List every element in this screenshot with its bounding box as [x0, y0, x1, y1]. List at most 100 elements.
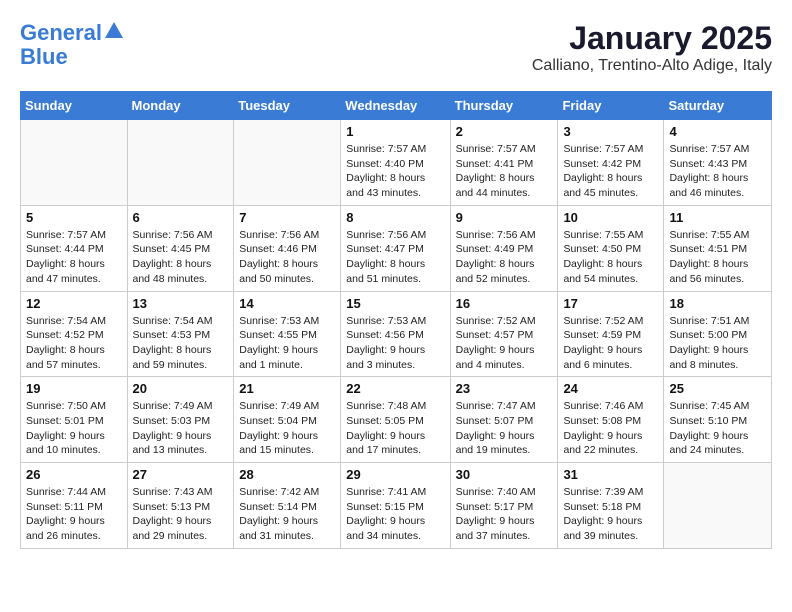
calendar-header: SundayMondayTuesdayWednesdayThursdayFrid… — [21, 92, 772, 120]
calendar-day-cell: 27 Sunrise: 7:43 AMSunset: 5:13 PMDayligh… — [127, 463, 234, 549]
day-number: 8 — [346, 210, 444, 225]
calendar-day-cell: 10Sunrise: 7:55 AMSunset: 4:50 PMDayligh… — [558, 205, 664, 291]
calendar-header-cell: Friday — [558, 92, 664, 120]
day-info: Sunrise: 7:41 AMSunset: 5:15 PMDaylight:… — [346, 485, 444, 544]
day-number: 4 — [669, 124, 766, 139]
day-number: 24 — [563, 381, 658, 396]
day-number: 5 — [26, 210, 122, 225]
calendar-day-cell: 25Sunrise: 7:45 AMSunset: 5:10 PMDayligh… — [664, 377, 772, 463]
calendar-day-cell: 29Sunrise: 7:41 AMSunset: 5:15 PMDayligh… — [341, 463, 450, 549]
logo: General Blue — [20, 20, 125, 70]
calendar-day-cell: 13 Sunrise: 7:54 AMSunset: 4:53 PMDayligh… — [127, 291, 234, 377]
day-info: Sunrise: 7:40 AMSunset: 5:17 PMDaylight:… — [456, 485, 553, 544]
day-number: 31 — [563, 467, 658, 482]
day-info: Sunrise: 7:49 AMSunset: 5:04 PMDaylight:… — [239, 399, 335, 458]
calendar-header-cell: Tuesday — [234, 92, 341, 120]
day-number: 27 — [133, 467, 229, 482]
day-info: Sunrise: 7:50 AMSunset: 5:01 PMDaylight:… — [26, 399, 122, 458]
calendar-title-area: January 2025 Calliano, Trentino-Alto Adi… — [532, 20, 772, 75]
calendar-header-cell: Saturday — [664, 92, 772, 120]
calendar-day-cell: 1Sunrise: 7:57 AMSunset: 4:40 PMDaylight… — [341, 120, 450, 206]
calendar-week-row: 12 Sunrise: 7:54 AMSunset: 4:52 PMDayligh… — [21, 291, 772, 377]
day-info: Sunrise: 7:57 AMSunset: 4:42 PMDaylight:… — [563, 142, 658, 201]
calendar-day-cell: 8 Sunrise: 7:56 AMSunset: 4:47 PMDaylight… — [341, 205, 450, 291]
day-info: Sunrise: 7:46 AMSunset: 5:08 PMDaylight:… — [563, 399, 658, 458]
day-info: Sunrise: 7:56 AMSunset: 4:46 PMDaylight:… — [239, 228, 335, 287]
calendar-day-cell: 17 Sunrise: 7:52 AMSunset: 4:59 PMDayligh… — [558, 291, 664, 377]
day-info: Sunrise: 7:47 AMSunset: 5:07 PMDaylight:… — [456, 399, 553, 458]
day-number: 13 — [133, 296, 229, 311]
day-info: Sunrise: 7:54 AMSunset: 4:53 PMDaylight:… — [133, 314, 229, 373]
day-number: 22 — [346, 381, 444, 396]
day-info: Sunrise: 7:56 AMSunset: 4:49 PMDaylight:… — [456, 228, 553, 287]
calendar-table: SundayMondayTuesdayWednesdayThursdayFrid… — [20, 91, 772, 549]
calendar-week-row: 1Sunrise: 7:57 AMSunset: 4:40 PMDaylight… — [21, 120, 772, 206]
calendar-day-cell: 12 Sunrise: 7:54 AMSunset: 4:52 PMDayligh… — [21, 291, 128, 377]
day-number: 23 — [456, 381, 553, 396]
day-number: 7 — [239, 210, 335, 225]
calendar-day-cell: 7 Sunrise: 7:56 AMSunset: 4:46 PMDaylight… — [234, 205, 341, 291]
day-info: Sunrise: 7:49 AMSunset: 5:03 PMDaylight:… — [133, 399, 229, 458]
calendar-header-row: SundayMondayTuesdayWednesdayThursdayFrid… — [21, 92, 772, 120]
day-info: Sunrise: 7:53 AMSunset: 4:55 PMDaylight:… — [239, 314, 335, 373]
calendar-week-row: 19Sunrise: 7:50 AMSunset: 5:01 PMDayligh… — [21, 377, 772, 463]
calendar-day-cell: 30Sunrise: 7:40 AMSunset: 5:17 PMDayligh… — [450, 463, 558, 549]
day-number: 26 — [26, 467, 122, 482]
calendar-subtitle: Calliano, Trentino-Alto Adige, Italy — [532, 57, 772, 75]
calendar-day-cell — [21, 120, 128, 206]
day-number: 2 — [456, 124, 553, 139]
day-number: 16 — [456, 296, 553, 311]
day-info: Sunrise: 7:52 AMSunset: 4:59 PMDaylight:… — [563, 314, 658, 373]
day-info: Sunrise: 7:51 AMSunset: 5:00 PMDaylight:… — [669, 314, 766, 373]
calendar-day-cell — [664, 463, 772, 549]
logo-triangle-icon — [103, 20, 125, 42]
calendar-day-cell: 5Sunrise: 7:57 AMSunset: 4:44 PMDaylight… — [21, 205, 128, 291]
calendar-day-cell: 24 Sunrise: 7:46 AMSunset: 5:08 PMDayligh… — [558, 377, 664, 463]
calendar-day-cell: 2 Sunrise: 7:57 AMSunset: 4:41 PMDaylight… — [450, 120, 558, 206]
day-info: Sunrise: 7:57 AMSunset: 4:43 PMDaylight:… — [669, 142, 766, 201]
calendar-day-cell: 18 Sunrise: 7:51 AMSunset: 5:00 PMDayligh… — [664, 291, 772, 377]
day-number: 10 — [563, 210, 658, 225]
day-number: 14 — [239, 296, 335, 311]
calendar-day-cell: 3 Sunrise: 7:57 AMSunset: 4:42 PMDaylight… — [558, 120, 664, 206]
day-info: Sunrise: 7:52 AMSunset: 4:57 PMDaylight:… — [456, 314, 553, 373]
day-number: 21 — [239, 381, 335, 396]
day-info: Sunrise: 7:54 AMSunset: 4:52 PMDaylight:… — [26, 314, 122, 373]
calendar-day-cell: 19Sunrise: 7:50 AMSunset: 5:01 PMDayligh… — [21, 377, 128, 463]
calendar-day-cell — [234, 120, 341, 206]
day-info: Sunrise: 7:42 AMSunset: 5:14 PMDaylight:… — [239, 485, 335, 544]
calendar-day-cell: 6Sunrise: 7:56 AMSunset: 4:45 PMDaylight… — [127, 205, 234, 291]
calendar-day-cell: 21 Sunrise: 7:49 AMSunset: 5:04 PMDayligh… — [234, 377, 341, 463]
day-number: 12 — [26, 296, 122, 311]
calendar-day-cell: 28Sunrise: 7:42 AMSunset: 5:14 PMDayligh… — [234, 463, 341, 549]
day-info: Sunrise: 7:56 AMSunset: 4:45 PMDaylight:… — [133, 228, 229, 287]
day-number: 18 — [669, 296, 766, 311]
day-number: 3 — [563, 124, 658, 139]
calendar-day-cell: 20Sunrise: 7:49 AMSunset: 5:03 PMDayligh… — [127, 377, 234, 463]
calendar-header-cell: Monday — [127, 92, 234, 120]
day-number: 9 — [456, 210, 553, 225]
calendar-day-cell: 11 Sunrise: 7:55 AMSunset: 4:51 PMDayligh… — [664, 205, 772, 291]
calendar-day-cell — [127, 120, 234, 206]
calendar-body: 1Sunrise: 7:57 AMSunset: 4:40 PMDaylight… — [21, 120, 772, 549]
day-info: Sunrise: 7:57 AMSunset: 4:41 PMDaylight:… — [456, 142, 553, 201]
calendar-week-row: 5Sunrise: 7:57 AMSunset: 4:44 PMDaylight… — [21, 205, 772, 291]
calendar-day-cell: 14 Sunrise: 7:53 AMSunset: 4:55 PMDayligh… — [234, 291, 341, 377]
day-number: 11 — [669, 210, 766, 225]
day-info: Sunrise: 7:45 AMSunset: 5:10 PMDaylight:… — [669, 399, 766, 458]
day-info: Sunrise: 7:43 AMSunset: 5:13 PMDaylight:… — [133, 485, 229, 544]
calendar-title: January 2025 — [532, 20, 772, 57]
calendar-day-cell: 15 Sunrise: 7:53 AMSunset: 4:56 PMDayligh… — [341, 291, 450, 377]
calendar-day-cell: 9 Sunrise: 7:56 AMSunset: 4:49 PMDaylight… — [450, 205, 558, 291]
day-number: 17 — [563, 296, 658, 311]
day-info: Sunrise: 7:48 AMSunset: 5:05 PMDaylight:… — [346, 399, 444, 458]
day-number: 15 — [346, 296, 444, 311]
calendar-day-cell: 22 Sunrise: 7:48 AMSunset: 5:05 PMDayligh… — [341, 377, 450, 463]
day-info: Sunrise: 7:55 AMSunset: 4:51 PMDaylight:… — [669, 228, 766, 287]
day-info: Sunrise: 7:53 AMSunset: 4:56 PMDaylight:… — [346, 314, 444, 373]
calendar-day-cell: 4 Sunrise: 7:57 AMSunset: 4:43 PMDaylight… — [664, 120, 772, 206]
calendar-day-cell: 23 Sunrise: 7:47 AMSunset: 5:07 PMDayligh… — [450, 377, 558, 463]
day-info: Sunrise: 7:44 AMSunset: 5:11 PMDaylight:… — [26, 485, 122, 544]
day-info: Sunrise: 7:56 AMSunset: 4:47 PMDaylight:… — [346, 228, 444, 287]
calendar-day-cell: 26 Sunrise: 7:44 AMSunset: 5:11 PMDayligh… — [21, 463, 128, 549]
